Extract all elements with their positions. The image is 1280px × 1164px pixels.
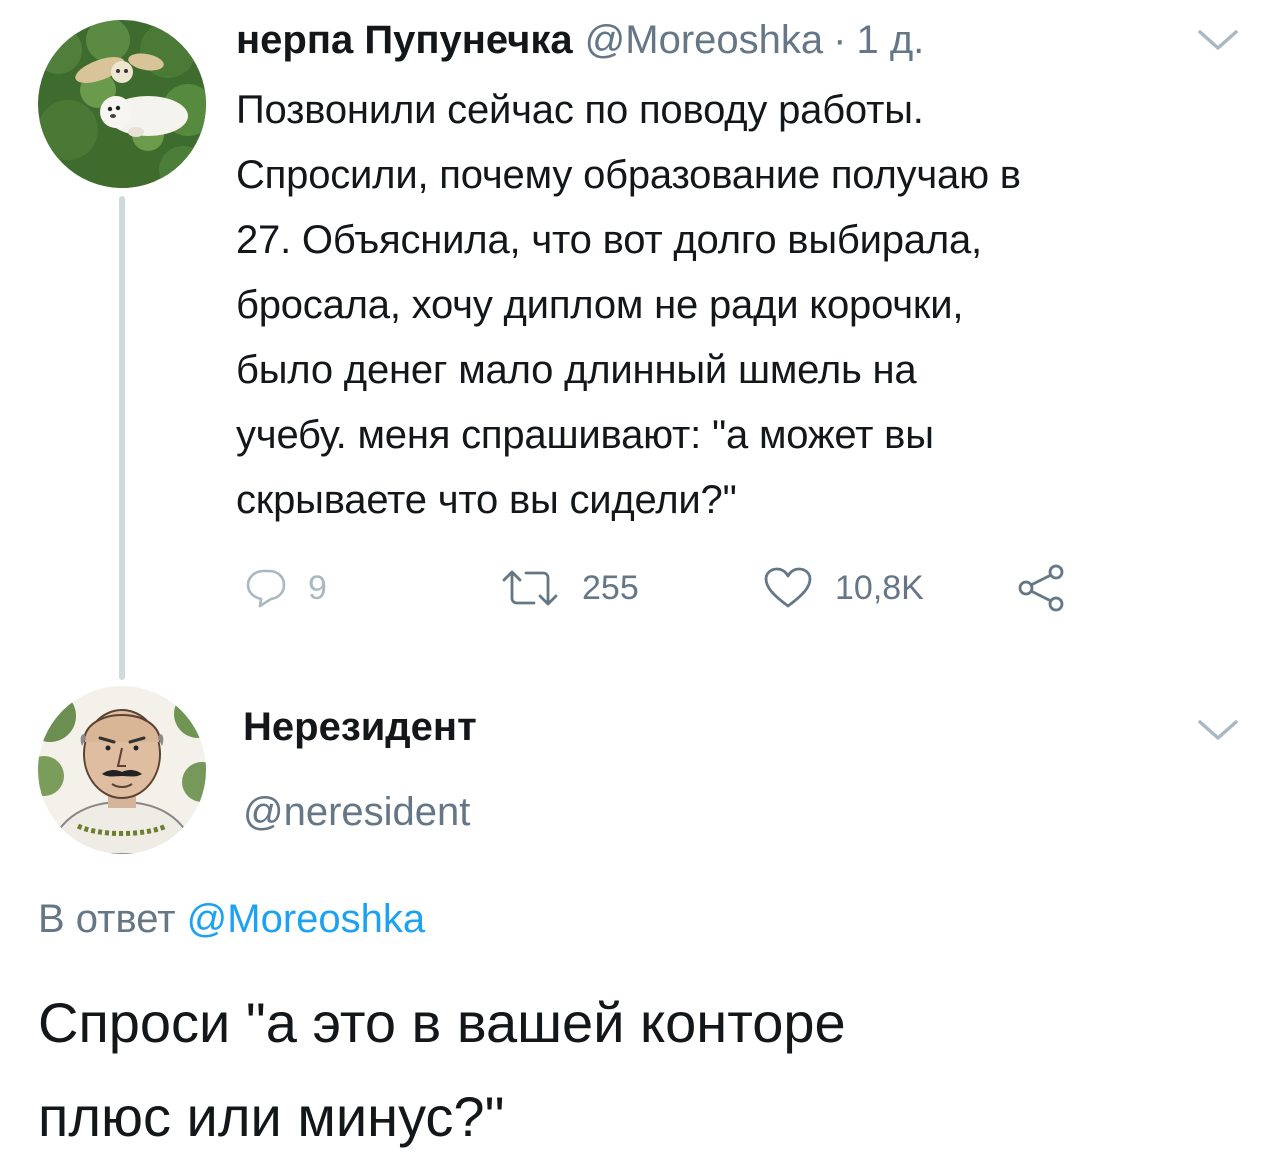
chevron-down-icon[interactable] bbox=[1196, 26, 1240, 56]
tweet1-display-name[interactable]: нерпа Пупунечка bbox=[236, 18, 573, 63]
avatar-neresident[interactable] bbox=[38, 686, 206, 854]
tweet2-display-name[interactable]: Нерезидент bbox=[243, 705, 477, 750]
share-button[interactable] bbox=[1016, 560, 1068, 616]
avatar-moreoshka[interactable] bbox=[38, 20, 206, 188]
tweet1-header: нерпа Пупунечка @Moreoshka · 1 д. bbox=[236, 18, 924, 74]
tweet2-text: Спроси "а это в вашей конторе плюс или м… bbox=[38, 991, 846, 1148]
avatar-image bbox=[38, 686, 206, 854]
share-icon bbox=[1018, 564, 1064, 612]
avatar-image bbox=[38, 20, 206, 188]
like-count: 10,8K bbox=[835, 568, 924, 607]
reply-button[interactable]: 9 bbox=[244, 560, 327, 616]
reply-icon bbox=[246, 569, 286, 608]
tweet1-separator: · bbox=[833, 18, 847, 62]
heart-icon bbox=[764, 567, 812, 608]
retweet-count: 255 bbox=[582, 568, 639, 607]
reply-count: 9 bbox=[308, 568, 327, 607]
thread-line bbox=[119, 196, 125, 680]
tweet1-text: Позвонили сейчас по поводу работы. Спрос… bbox=[236, 88, 1021, 522]
tweet1-handle[interactable]: @Moreoshka bbox=[585, 18, 823, 63]
like-button[interactable]: 10,8K bbox=[763, 560, 924, 616]
reply-mention-link[interactable]: @Moreoshka bbox=[187, 897, 425, 941]
reply-prefix: В ответ bbox=[38, 897, 187, 941]
chevron-down-icon[interactable] bbox=[1196, 716, 1240, 746]
retweet-button[interactable]: 255 bbox=[500, 560, 639, 616]
tweet2-handle[interactable]: @neresident bbox=[243, 790, 470, 835]
tweet1-timestamp[interactable]: 1 д. bbox=[856, 18, 924, 63]
reply-context: В ответ @Moreoshka bbox=[38, 897, 425, 942]
retweet-icon bbox=[502, 570, 558, 606]
